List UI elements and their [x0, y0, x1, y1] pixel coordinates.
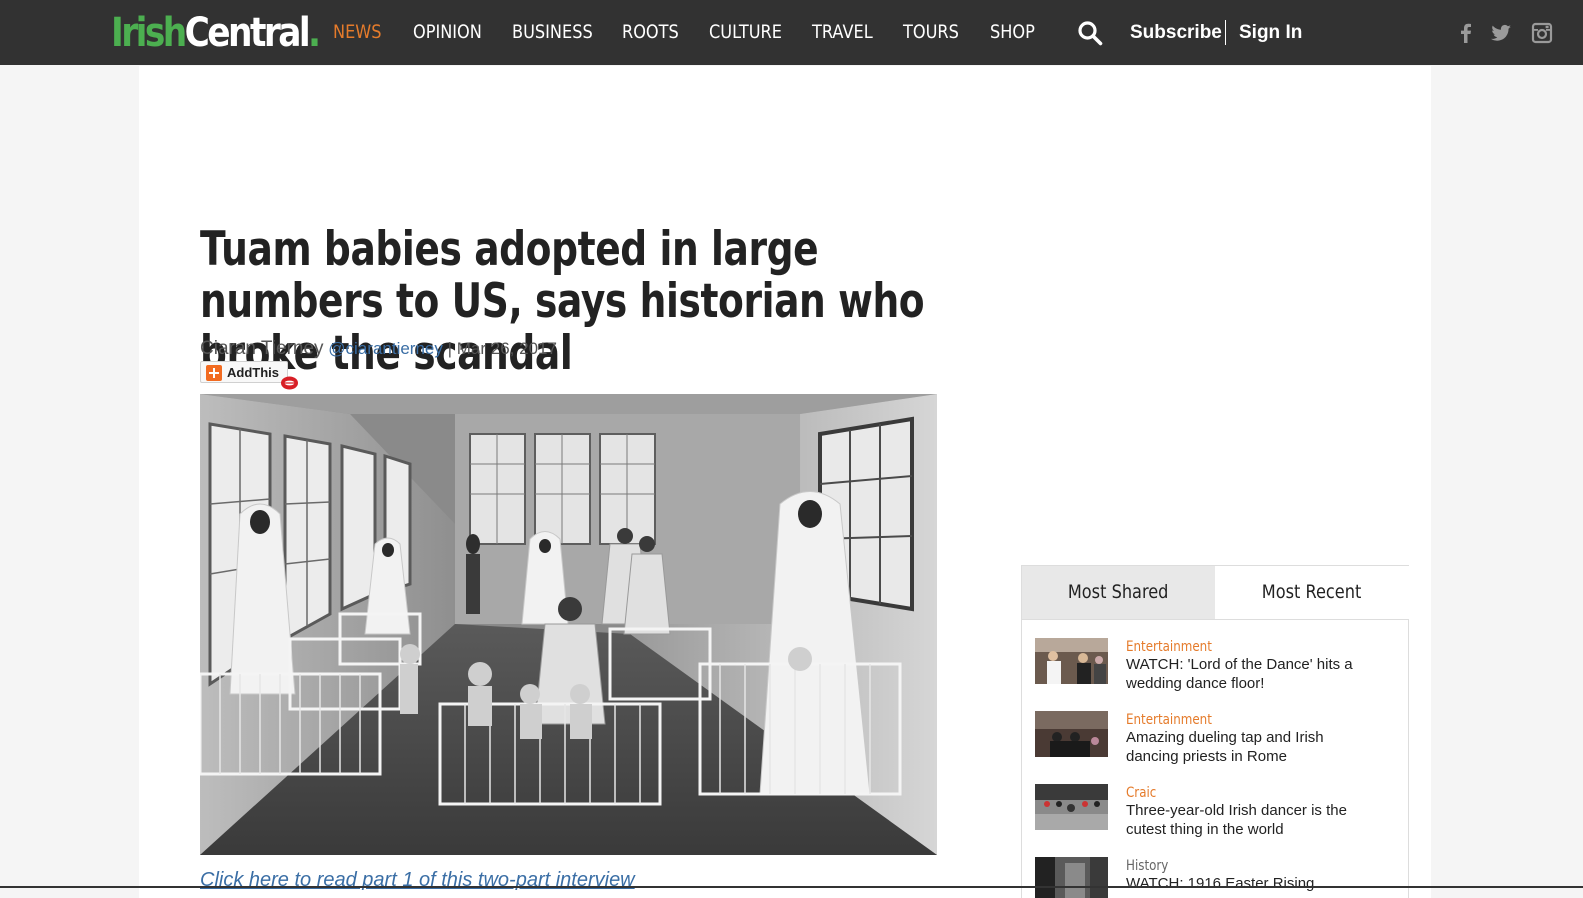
- story-category[interactable]: Craic: [1126, 784, 1156, 802]
- story-category[interactable]: History: [1126, 857, 1168, 875]
- top-navigation-bar: IrishCentral. NEWS OPINION BUSINESS ROOT…: [0, 0, 1583, 65]
- tab-most-recent[interactable]: Most Recent: [1215, 566, 1409, 619]
- story-title[interactable]: Three-year-old Irish dancer is the cutes…: [1126, 801, 1366, 839]
- nav-item-tours[interactable]: TOURS: [903, 19, 959, 45]
- logo-dot: .: [308, 10, 321, 56]
- addthis-badge-icon: [281, 376, 298, 390]
- irishcentral-logo[interactable]: IrishCentral.: [111, 9, 321, 57]
- nav-item-roots[interactable]: ROOTS: [622, 19, 679, 45]
- nav-item-opinion[interactable]: OPINION: [413, 19, 482, 45]
- list-item[interactable]: Craic Three-year-old Irish dancer is the…: [1035, 784, 1395, 850]
- logo-text-irish: Irish: [111, 10, 187, 56]
- story-title[interactable]: WATCH: 1916 Easter Rising: [1126, 874, 1366, 893]
- nav-item-culture[interactable]: CULTURE: [709, 19, 782, 45]
- popular-stories-widget: Most Shared Most Recent Entertainment WA…: [1021, 565, 1409, 898]
- addthis-label: AddThis: [227, 365, 279, 380]
- logo-text-central: Central: [184, 10, 311, 56]
- list-item[interactable]: Entertainment WATCH: 'Lord of the Dance'…: [1035, 638, 1395, 704]
- story-thumbnail: [1035, 857, 1108, 898]
- viewport-bottom-edge: [0, 886, 1583, 888]
- byline-separator: |: [442, 339, 457, 358]
- story-thumbnail: [1035, 638, 1108, 684]
- list-item[interactable]: Entertainment Amazing dueling tap and Ir…: [1035, 711, 1395, 777]
- nav-divider: [1225, 20, 1226, 45]
- nav-item-travel[interactable]: TRAVEL: [812, 19, 873, 45]
- story-category[interactable]: Entertainment: [1126, 638, 1212, 656]
- tab-divider: [1022, 619, 1408, 620]
- plus-icon: [206, 365, 222, 381]
- tab-most-shared[interactable]: Most Shared: [1022, 566, 1215, 619]
- nav-item-business[interactable]: BUSINESS: [512, 19, 593, 45]
- story-title[interactable]: WATCH: 'Lord of the Dance' hits a weddin…: [1126, 655, 1366, 693]
- part-one-link[interactable]: Click here to read part 1 of this two-pa…: [200, 869, 635, 892]
- article-byline: Ciaran Tierney @ciarantierney | Mar 26, …: [200, 338, 557, 360]
- nursery-photo: [200, 394, 937, 855]
- story-category[interactable]: Entertainment: [1126, 711, 1212, 729]
- instagram-icon[interactable]: [1531, 22, 1553, 44]
- addthis-share-button[interactable]: AddThis: [200, 361, 288, 383]
- twitter-icon[interactable]: [1490, 22, 1512, 44]
- story-thumbnail: [1035, 711, 1108, 757]
- author-twitter-handle[interactable]: @ciarantierney: [328, 339, 443, 358]
- story-title[interactable]: Amazing dueling tap and Irish dancing pr…: [1126, 728, 1366, 766]
- tab-most-recent-label: Most Recent: [1262, 581, 1362, 603]
- search-icon[interactable]: [1077, 20, 1103, 46]
- facebook-icon[interactable]: [1455, 22, 1477, 44]
- nav-item-shop[interactable]: SHOP: [990, 19, 1035, 45]
- nav-item-news[interactable]: NEWS: [333, 19, 382, 45]
- story-thumbnail: [1035, 784, 1108, 830]
- tab-most-shared-label: Most Shared: [1068, 581, 1169, 603]
- article-hero-image[interactable]: [200, 394, 937, 855]
- author-name[interactable]: Ciaran Tierney: [200, 338, 324, 359]
- subscribe-link[interactable]: Subscribe: [1130, 21, 1222, 45]
- list-item[interactable]: History WATCH: 1916 Easter Rising: [1035, 857, 1395, 898]
- sign-in-link[interactable]: Sign In: [1239, 21, 1302, 45]
- publish-date: Mar 26, 2017: [456, 339, 557, 358]
